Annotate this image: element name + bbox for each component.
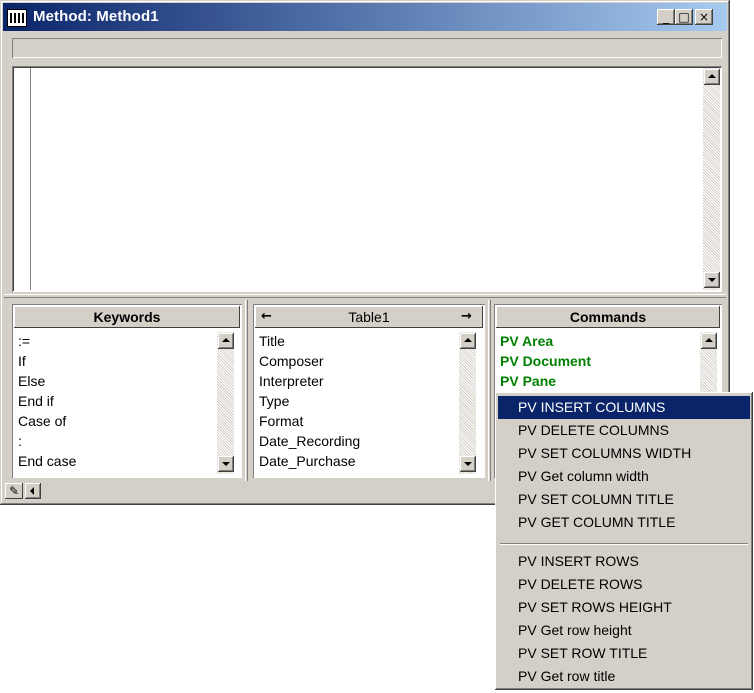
menu-item[interactable]: PV Get column width bbox=[498, 465, 750, 488]
field-item[interactable]: Date_Purchase bbox=[259, 451, 360, 471]
field-item[interactable]: Interpreter bbox=[259, 371, 360, 391]
keywords-header: Keywords bbox=[14, 306, 240, 328]
editor-scroll-up-button[interactable] bbox=[704, 69, 720, 85]
menu-item[interactable]: PV Get row height bbox=[498, 619, 750, 642]
commands-scroll-up-button[interactable] bbox=[701, 333, 717, 349]
panel-divider-right[interactable] bbox=[488, 300, 491, 482]
window-title: Method: Method1 bbox=[33, 8, 159, 25]
menu-item[interactable]: PV SET COLUMN TITLE bbox=[498, 488, 750, 511]
commands-context-menu: PV INSERT COLUMNS PV DELETE COLUMNS PV SET… bbox=[495, 392, 753, 690]
table-selector-header: Table1 bbox=[255, 306, 483, 328]
menu-group-rows: PV INSERT ROWS PV DELETE ROWS PV SET ROWS … bbox=[498, 550, 750, 688]
commands-header: Commands bbox=[496, 306, 720, 328]
command-item[interactable]: PV Document bbox=[500, 351, 591, 371]
menu-item[interactable]: PV DELETE COLUMNS bbox=[498, 419, 750, 442]
menu-item[interactable]: PV SET COLUMNS WIDTH bbox=[498, 442, 750, 465]
keywords-scroll-down-button[interactable] bbox=[218, 456, 234, 472]
fields-list[interactable]: Title Composer Interpreter Type Format Date_R… bbox=[259, 331, 360, 471]
field-item[interactable]: Format bbox=[259, 411, 360, 431]
tables-panel: Table1 ← → Title Composer Interpreter Type F… bbox=[253, 304, 485, 478]
code-editor-area[interactable] bbox=[12, 66, 722, 292]
field-item[interactable]: Title bbox=[259, 331, 360, 351]
editor-scroll-down-button[interactable] bbox=[704, 272, 720, 288]
horizontal-scroll-left-button[interactable] bbox=[25, 483, 41, 499]
menu-separator bbox=[500, 543, 748, 545]
command-item[interactable]: PV Area bbox=[500, 331, 591, 351]
minimize-button[interactable]: _ bbox=[657, 9, 675, 25]
fields-scrollbar[interactable] bbox=[459, 332, 476, 474]
horizontal-splitter[interactable] bbox=[4, 294, 726, 298]
field-item[interactable]: Type bbox=[259, 391, 360, 411]
menu-item[interactable]: PV SET ROWS HEIGHT bbox=[498, 596, 750, 619]
title-bar[interactable]: Method: Method1 _ □ × bbox=[3, 3, 727, 31]
editor-gutter bbox=[30, 68, 31, 290]
fields-scroll-up-button[interactable] bbox=[460, 333, 476, 349]
keyword-item[interactable]: Case of bbox=[18, 411, 76, 431]
panel-divider-left[interactable] bbox=[245, 300, 248, 482]
menu-item-selected[interactable]: PV INSERT COLUMNS bbox=[498, 396, 750, 419]
keyword-item[interactable]: If bbox=[18, 351, 76, 371]
next-table-button[interactable]: → bbox=[461, 306, 472, 328]
table-name: Table1 bbox=[348, 309, 390, 325]
editor-vertical-scrollbar[interactable] bbox=[703, 68, 720, 290]
keyword-item[interactable]: := bbox=[18, 331, 76, 351]
command-item[interactable]: PV Pane bbox=[500, 371, 591, 391]
menu-item[interactable]: PV DELETE ROWS bbox=[498, 573, 750, 596]
fields-scroll-down-button[interactable] bbox=[460, 456, 476, 472]
menu-item[interactable]: PV SET ROW TITLE bbox=[498, 642, 750, 665]
menu-item[interactable]: PV INSERT ROWS bbox=[498, 550, 750, 573]
previous-table-button[interactable]: ← bbox=[261, 306, 272, 328]
keywords-scrollbar[interactable] bbox=[217, 332, 234, 474]
close-button[interactable]: × bbox=[695, 9, 713, 25]
method-info-bar bbox=[12, 38, 722, 58]
keyword-item[interactable]: End case bbox=[18, 451, 76, 471]
pencil-icon[interactable]: ✎ bbox=[5, 483, 23, 499]
field-item[interactable]: Composer bbox=[259, 351, 360, 371]
maximize-button[interactable]: □ bbox=[675, 9, 693, 25]
commands-list[interactable]: PV Area PV Document PV Pane bbox=[500, 331, 591, 391]
field-item[interactable]: Date_Recording bbox=[259, 431, 360, 451]
keywords-list[interactable]: := If Else End if Case of: End case bbox=[18, 331, 76, 471]
menu-item[interactable]: PV GET COLUMN TITLE bbox=[498, 511, 750, 534]
keywords-panel: Keywords := If Else End if Case of: End case bbox=[12, 304, 242, 478]
keywords-scroll-up-button[interactable] bbox=[218, 333, 234, 349]
keyword-item[interactable]: Else bbox=[18, 371, 76, 391]
menu-item[interactable]: PV Get row title bbox=[498, 665, 750, 688]
keyword-item[interactable]: End if bbox=[18, 391, 76, 411]
keyword-item[interactable]: : bbox=[18, 431, 76, 451]
method-editor-icon bbox=[7, 9, 27, 27]
menu-group-columns: PV INSERT COLUMNS PV DELETE COLUMNS PV SET… bbox=[498, 396, 750, 534]
